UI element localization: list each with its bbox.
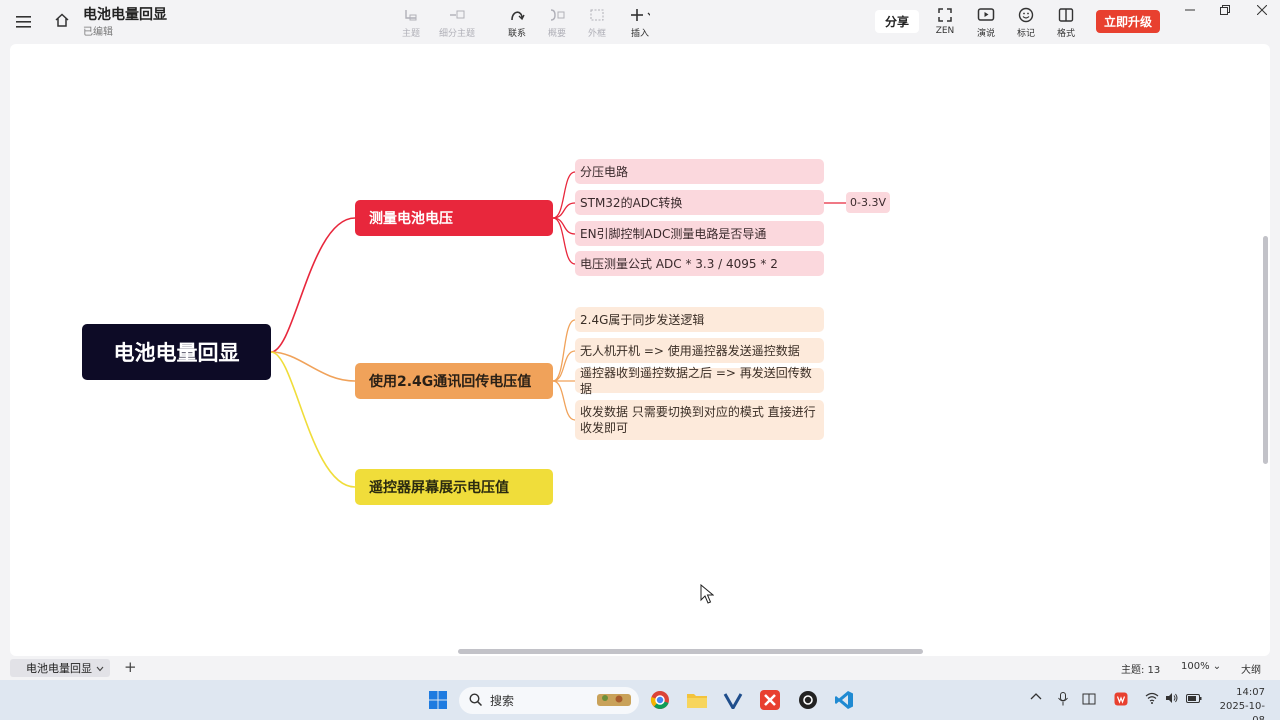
- insert-icon: [630, 6, 650, 24]
- toolbar-pitch-button[interactable]: 演说: [966, 6, 1006, 40]
- toolbar-summary-button[interactable]: 概要: [537, 6, 577, 40]
- toolbar-format-button[interactable]: 格式: [1046, 6, 1086, 40]
- topic-icon: [401, 6, 421, 24]
- microphone-icon[interactable]: [1057, 692, 1069, 709]
- outline-button[interactable]: 大纲: [1241, 661, 1261, 676]
- toolbar-zen-button[interactable]: ZEN: [925, 6, 965, 40]
- subtopic-drone-power-on[interactable]: 无人机开机 => 使用遥控器发送遥控数据: [575, 338, 824, 363]
- branch-remote-display[interactable]: 遥控器屏幕展示电压值: [355, 469, 553, 505]
- relationship-icon: [507, 6, 527, 24]
- toolbar-subtopic-button[interactable]: 细分主题: [437, 6, 477, 40]
- toolbar-relationship-label: 联系: [507, 29, 526, 39]
- restore-icon[interactable]: [1215, 2, 1235, 18]
- topic-count: 主题: 13: [1121, 665, 1161, 676]
- close-icon[interactable]: [1252, 2, 1272, 18]
- top-toolbar: 电池电量回显 已编辑 主题 细分主题 联系 概要 外框 插入 分享 ZEN 演说…: [0, 0, 1280, 44]
- zen-icon: [935, 6, 955, 24]
- toolbar-subtopic-label: 细分主题: [438, 29, 475, 39]
- branch-2g4-transmit[interactable]: 使用2.4G通讯回传电压值: [355, 363, 553, 399]
- windows-start-icon[interactable]: [426, 688, 450, 712]
- toolbar-marker-label: 标记: [1016, 29, 1035, 39]
- toolbar-summary-label: 概要: [547, 29, 566, 39]
- marker-icon: [1016, 6, 1036, 24]
- chevron-up-icon[interactable]: [1030, 692, 1042, 705]
- toolbar-zen-label: ZEN: [935, 26, 955, 36]
- horizontal-scrollbar[interactable]: [458, 649, 923, 654]
- subtopic-icon: [447, 6, 467, 24]
- branch-measure-voltage[interactable]: 测量电池电压: [355, 200, 553, 236]
- battery-icon[interactable]: [1186, 692, 1202, 707]
- add-sheet-icon[interactable]: +: [124, 658, 137, 676]
- boundary-icon: [587, 6, 607, 24]
- subtopic-voltage-formula[interactable]: 电压测量公式 ADC * 3.3 / 4095 * 2: [575, 251, 824, 276]
- mindmap-canvas[interactable]: 电池电量回显 测量电池电压 使用2.4G通讯回传电压值 遥控器屏幕展示电压值 分…: [10, 44, 1270, 656]
- file-explorer-icon[interactable]: [685, 688, 709, 712]
- share-button[interactable]: 分享: [875, 10, 919, 33]
- toolbar-relationship-button[interactable]: 联系: [497, 6, 537, 40]
- summary-icon: [547, 6, 567, 24]
- subtopic-voltage-divider[interactable]: 分压电路: [575, 159, 824, 184]
- system-clock[interactable]: 14:07 2025-10-08: [1213, 686, 1265, 720]
- pitch-icon: [976, 6, 996, 24]
- os-taskbar: 搜索 14:07 2025-10-08: [0, 680, 1280, 720]
- mouse-cursor-icon: [700, 583, 715, 608]
- chevron-down-icon[interactable]: [96, 662, 104, 675]
- toolbar-insert-label: 插入: [630, 29, 649, 39]
- search-icon: [469, 692, 483, 709]
- toolbar-pitch-label: 演说: [976, 29, 995, 39]
- subtopic-remote-receive[interactable]: 遥控器收到遥控数据之后 => 再发送回传数据: [575, 366, 824, 396]
- search-highlight-icon: [595, 690, 635, 711]
- chrome-icon[interactable]: [648, 688, 672, 712]
- minimize-icon[interactable]: [1180, 2, 1200, 18]
- toolbar-boundary-button[interactable]: 外框: [577, 6, 617, 40]
- vscode-icon[interactable]: [832, 688, 856, 712]
- document-title[interactable]: 电池电量回显: [83, 4, 167, 24]
- vmware-icon[interactable]: [721, 688, 745, 712]
- clock-time: 14:07: [1236, 687, 1265, 698]
- volume-icon[interactable]: [1165, 692, 1179, 707]
- format-icon: [1056, 6, 1076, 24]
- hamburger-menu-icon[interactable]: [16, 14, 32, 33]
- subtopic-sync-logic[interactable]: 2.4G属于同步发送逻辑: [575, 307, 824, 332]
- sheet-tab-label: 电池电量回显: [26, 662, 92, 675]
- wps-icon[interactable]: [1114, 692, 1128, 709]
- home-icon[interactable]: [54, 12, 70, 32]
- toolbar-topic-button[interactable]: 主题: [391, 6, 431, 40]
- status-bar: 电池电量回显 + 主题: 13 100% ⌄ 大纲: [0, 657, 1280, 679]
- subtopic-en-pin-control[interactable]: EN引脚控制ADC测量电路是否导通: [575, 221, 824, 246]
- search-placeholder: 搜索: [490, 694, 515, 708]
- upgrade-button[interactable]: 立即升级: [1096, 10, 1160, 33]
- root-topic[interactable]: 电池电量回显: [82, 324, 271, 380]
- toolbar-marker-button[interactable]: 标记: [1006, 6, 1046, 40]
- zoom-value: 100%: [1181, 661, 1210, 672]
- toolbar-insert-button[interactable]: 插入: [620, 6, 660, 40]
- toolbar-boundary-label: 外框: [587, 29, 606, 39]
- subtopic-switch-mode[interactable]: 收发数据 只需要切换到对应的模式 直接进行收发即可: [575, 400, 824, 440]
- obs-icon[interactable]: [796, 688, 820, 712]
- wifi-icon[interactable]: [1145, 692, 1159, 707]
- xmind-icon[interactable]: [758, 688, 782, 712]
- document-status: 已编辑: [83, 27, 113, 38]
- vertical-scrollbar[interactable]: [1263, 236, 1268, 464]
- ime-icon[interactable]: [1082, 692, 1096, 709]
- sheet-tab[interactable]: 电池电量回显: [10, 659, 110, 677]
- clock-date: 2025-10-08: [1219, 701, 1265, 720]
- callout-voltage-range[interactable]: 0-3.3V: [846, 192, 890, 213]
- zoom-level[interactable]: 100% ⌄: [1181, 661, 1221, 672]
- toolbar-topic-label: 主题: [401, 29, 420, 39]
- subtopic-stm32-adc[interactable]: STM32的ADC转换: [575, 190, 824, 215]
- toolbar-format-label: 格式: [1056, 29, 1075, 39]
- taskbar-search-box[interactable]: 搜索: [459, 687, 639, 714]
